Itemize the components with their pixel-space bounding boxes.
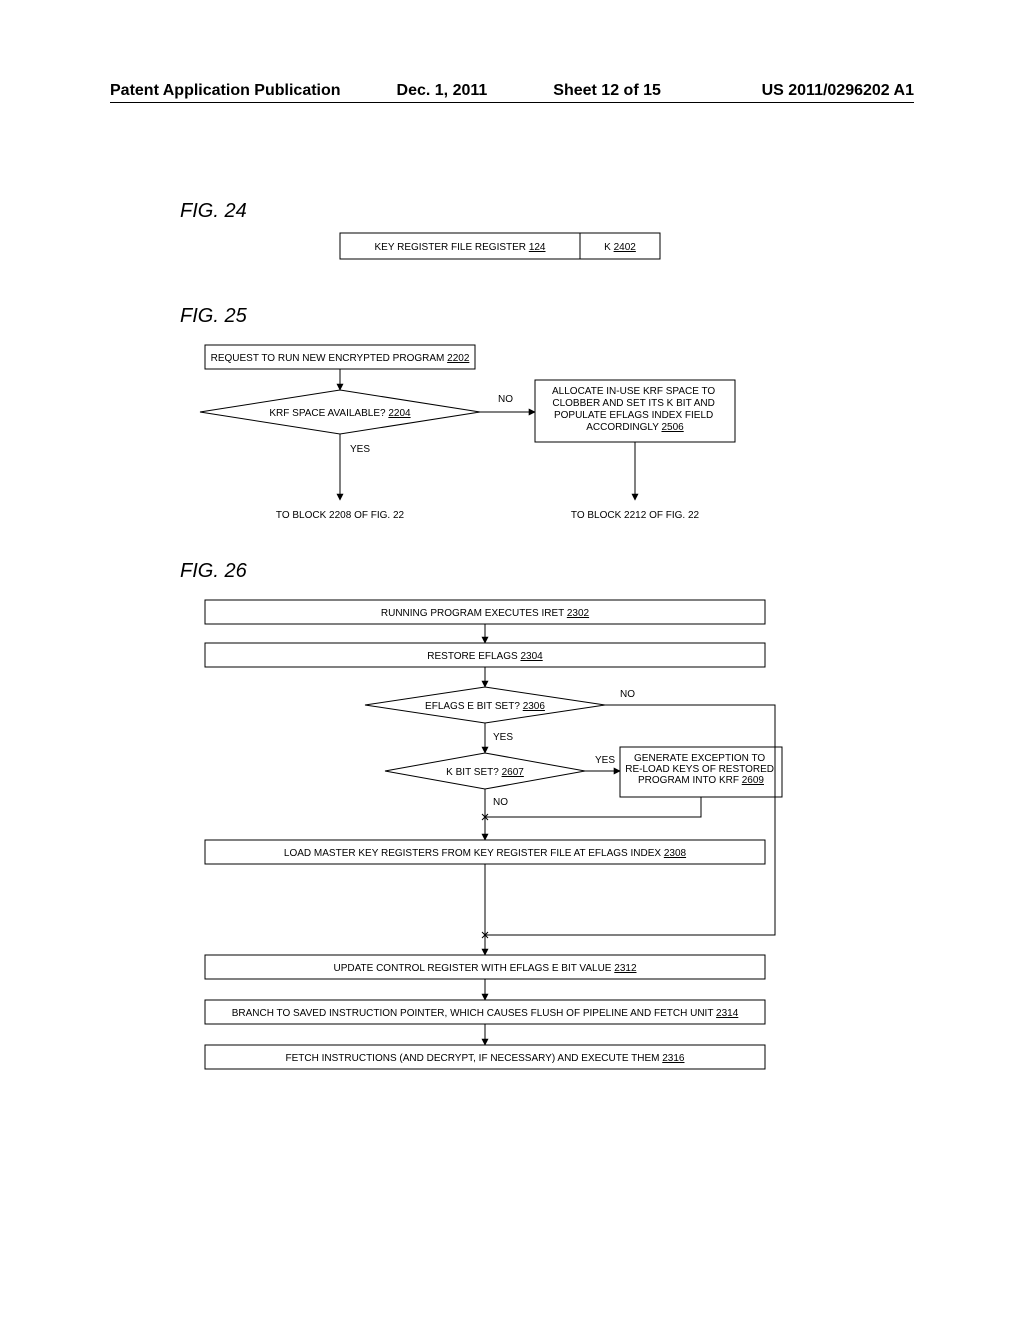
fig26-label: FIG. 26: [180, 560, 247, 583]
header-date: Dec. 1, 2011: [397, 82, 488, 100]
fig25-no: NO: [498, 394, 513, 405]
fig26-d1: EFLAGS E BIT SET? 2306: [425, 701, 545, 712]
header-publication: Patent Application Publication: [110, 82, 341, 100]
fig26-d1-no: NO: [620, 689, 635, 700]
fig26-d2: K BIT SET? 2607: [446, 767, 524, 778]
fig26-b5: BRANCH TO SAVED INSTRUCTION POINTER, WHI…: [232, 1008, 739, 1019]
fig26-d2-no: NO: [493, 797, 508, 808]
page: Patent Application Publication Dec. 1, 2…: [0, 0, 1024, 1320]
fig26-b4: UPDATE CONTROL REGISTER WITH EFLAGS E BI…: [333, 963, 636, 974]
fig24-k-text: K 2402: [604, 242, 636, 253]
fig25-yes: YES: [350, 444, 370, 455]
header-sheet: Sheet 12 of 15: [553, 82, 661, 100]
fig25-svg: REQUEST TO RUN NEW ENCRYPTED PROGRAM 220…: [110, 340, 914, 550]
page-header: Patent Application Publication Dec. 1, 2…: [110, 82, 914, 103]
fig26-d1-yes: YES: [493, 732, 513, 743]
header-pubnum: US 2011/0296202 A1: [762, 82, 914, 100]
fig26-svg: RUNNING PROGRAM EXECUTES IRET 2302 RESTO…: [110, 595, 914, 1155]
fig24-svg: KEY REGISTER FILE REGISTER 124 K 2402: [110, 228, 914, 268]
fig25-rightbox: ALLOCATE IN-USE KRF SPACE TO CLOBBER AND…: [552, 386, 718, 433]
fig26-b2: RESTORE EFLAGS 2304: [427, 651, 543, 662]
fig26-b3: LOAD MASTER KEY REGISTERS FROM KEY REGIS…: [284, 848, 687, 859]
fig25-start: REQUEST TO RUN NEW ENCRYPTED PROGRAM 220…: [211, 353, 470, 364]
fig26-rbox: GENERATE EXCEPTION TO RE-LOAD KEYS OF RE…: [625, 753, 777, 786]
content: FIG. 24 KEY REGISTER FILE REGISTER 124 K…: [110, 160, 914, 1320]
fig25-to-left: TO BLOCK 2208 OF FIG. 22: [276, 510, 405, 521]
fig25-decision: KRF SPACE AVAILABLE? 2204: [269, 408, 411, 419]
fig26-b6: FETCH INSTRUCTIONS (AND DECRYPT, IF NECE…: [286, 1053, 685, 1064]
fig26-b1: RUNNING PROGRAM EXECUTES IRET 2302: [381, 608, 590, 619]
fig24-label: FIG. 24: [180, 200, 247, 223]
fig26-d2-yes: YES: [595, 755, 615, 766]
fig25-label: FIG. 25: [180, 305, 247, 328]
fig25-to-right: TO BLOCK 2212 OF FIG. 22: [571, 510, 700, 521]
fig24-krf-text: KEY REGISTER FILE REGISTER 124: [375, 242, 546, 253]
